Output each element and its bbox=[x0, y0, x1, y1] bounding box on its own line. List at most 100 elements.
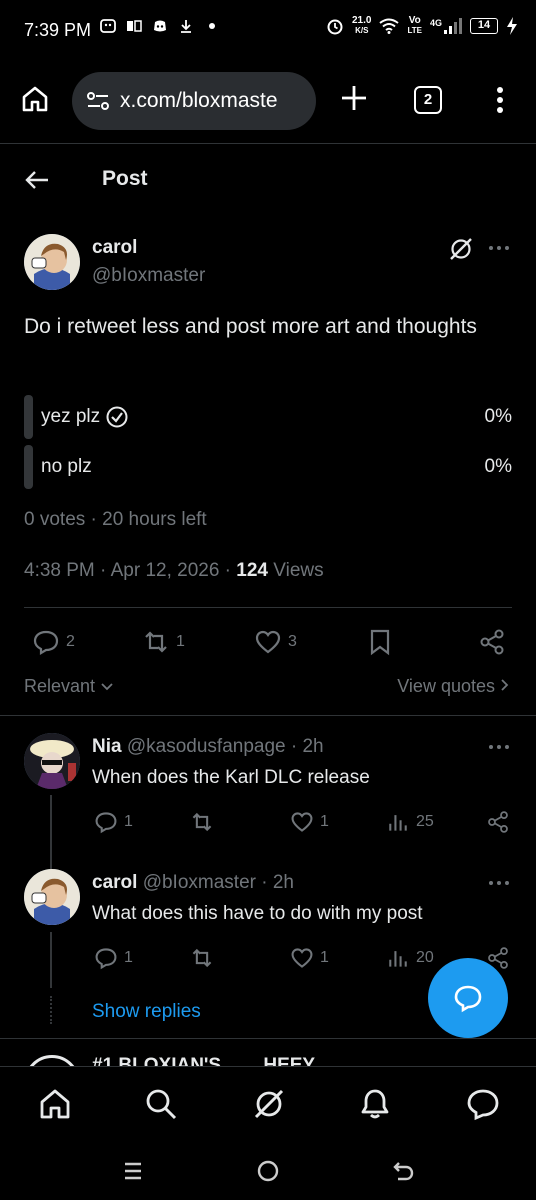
reply-meta: @kasodusfanpage · 2h bbox=[121, 736, 324, 757]
reply-button[interactable]: 1 bbox=[94, 810, 133, 834]
reply-button[interactable]: 2 bbox=[32, 628, 75, 656]
site-settings-icon[interactable] bbox=[86, 91, 110, 111]
next-reply-partial[interactable]: #1 BLOXIAN'S ___ HEEY bbox=[0, 1045, 536, 1067]
views-button[interactable]: 25 bbox=[386, 810, 434, 834]
views-button[interactable]: 20 bbox=[386, 946, 434, 970]
reply-icon bbox=[95, 812, 117, 834]
share-button[interactable] bbox=[486, 810, 510, 834]
like-count: 1 bbox=[320, 949, 329, 966]
like-count: 1 bbox=[320, 813, 329, 830]
like-button[interactable]: 1 bbox=[290, 810, 329, 834]
reply-author-name: Nia bbox=[92, 736, 122, 757]
new-tab-icon[interactable] bbox=[338, 82, 370, 114]
home-circle-icon[interactable] bbox=[255, 1158, 281, 1184]
check-circle-icon bbox=[106, 406, 128, 428]
notifications-icon[interactable] bbox=[358, 1087, 392, 1121]
reply-button[interactable]: 1 bbox=[94, 946, 133, 970]
repost-icon bbox=[192, 812, 212, 832]
reply-author[interactable]: carol @bIoxmaster · 2h bbox=[92, 872, 294, 894]
messages-icon[interactable] bbox=[466, 1087, 500, 1121]
avatar[interactable] bbox=[24, 234, 80, 290]
back-icon[interactable] bbox=[390, 1158, 416, 1184]
compose-button[interactable] bbox=[428, 958, 508, 1038]
menu-icon[interactable] bbox=[490, 84, 510, 116]
author-handle[interactable]: @bIoxmaster bbox=[92, 265, 205, 287]
back-arrow-icon[interactable] bbox=[24, 167, 50, 193]
more-options-icon[interactable] bbox=[488, 879, 510, 887]
view-quotes-link[interactable]: View quotes bbox=[397, 676, 510, 697]
app-notification-icon bbox=[127, 20, 142, 32]
poll-percent: 0% bbox=[484, 456, 512, 477]
post-text: Do i retweet less and post more art and … bbox=[24, 315, 477, 338]
avatar[interactable] bbox=[24, 733, 80, 789]
reply-author[interactable]: Nia @kasodusfanpage · 2h bbox=[92, 736, 324, 758]
grok-icon[interactable] bbox=[252, 1087, 286, 1121]
bottom-nav bbox=[0, 1066, 536, 1144]
battery-indicator: 14 bbox=[470, 18, 498, 34]
network-speed: 21.0 K/S bbox=[352, 16, 371, 36]
sort-label: Relevant bbox=[24, 676, 96, 696]
avatar-image bbox=[24, 234, 80, 290]
home-icon[interactable] bbox=[20, 84, 50, 114]
reply-author-name: carol bbox=[92, 872, 138, 893]
repost-icon bbox=[192, 948, 212, 968]
reply-icon bbox=[95, 948, 117, 970]
poll-option-2[interactable]: no plz 0% bbox=[24, 445, 512, 489]
thread-line bbox=[50, 932, 52, 988]
like-button[interactable]: 3 bbox=[254, 628, 297, 656]
avatar-image bbox=[24, 869, 80, 925]
network-type: 4G bbox=[429, 18, 442, 28]
show-replies-link[interactable]: Show replies bbox=[92, 1001, 201, 1023]
heart-icon bbox=[255, 630, 281, 654]
bookmark-button[interactable] bbox=[366, 628, 394, 656]
reply-count: 2 bbox=[66, 633, 75, 650]
home-icon[interactable] bbox=[38, 1087, 72, 1121]
poll-bar bbox=[24, 445, 33, 489]
reply-icon bbox=[33, 630, 59, 655]
repost-button[interactable]: 1 bbox=[142, 628, 185, 656]
alarm-icon bbox=[327, 19, 343, 35]
page-title: Post bbox=[102, 167, 148, 190]
share-button[interactable] bbox=[478, 628, 506, 656]
reply-text: What does this have to do with my post bbox=[92, 903, 423, 924]
views-count: 124 bbox=[236, 560, 268, 581]
system-icons: 21.0 K/S Vo LTE 4G 14 bbox=[326, 16, 518, 36]
search-icon[interactable] bbox=[144, 1087, 178, 1121]
poll-option-1[interactable]: yez plz 0% bbox=[24, 395, 512, 439]
poll-option-label: no plz bbox=[41, 456, 92, 478]
signal-indicator: 4G bbox=[430, 18, 462, 34]
like-count: 3 bbox=[288, 633, 297, 650]
sort-dropdown[interactable]: Relevant bbox=[24, 676, 114, 697]
tabs-button[interactable]: 2 bbox=[414, 86, 442, 114]
like-button[interactable]: 1 bbox=[290, 946, 329, 970]
url-text[interactable]: x.com/bloxmaste bbox=[120, 89, 278, 113]
chevron-down-icon bbox=[101, 683, 113, 691]
analytics-icon bbox=[389, 815, 407, 831]
speed-value: 21.0 bbox=[352, 15, 372, 26]
more-options-icon[interactable] bbox=[488, 244, 510, 252]
post-timestamp: 4:38 PM · Apr 12, 2026 · 124 Views bbox=[24, 560, 324, 582]
repost-count: 1 bbox=[176, 633, 185, 650]
share-icon bbox=[480, 629, 504, 655]
repost-button[interactable] bbox=[190, 810, 220, 834]
speed-unit: K/S bbox=[355, 26, 369, 35]
thread-dots bbox=[50, 996, 52, 1024]
notification-icons bbox=[100, 18, 220, 34]
status-time: 7:39 PM bbox=[24, 20, 92, 40]
timestamp-text: 4:38 PM · Apr 12, 2026 · bbox=[24, 560, 237, 581]
grok-icon[interactable] bbox=[448, 236, 474, 262]
repost-icon bbox=[145, 631, 167, 653]
author-name[interactable]: carol bbox=[92, 237, 137, 259]
app-notification-icon bbox=[100, 19, 116, 33]
volte-top: Vo bbox=[408, 15, 421, 26]
volte-indicator: Vo LTE bbox=[407, 16, 422, 36]
repost-button[interactable] bbox=[190, 946, 220, 970]
recents-icon[interactable] bbox=[120, 1158, 146, 1184]
address-bar[interactable]: x.com/bloxmaste bbox=[72, 72, 316, 130]
analytics-icon bbox=[389, 951, 407, 967]
poll-option-text: yez plz bbox=[41, 406, 101, 427]
dot-icon bbox=[209, 23, 215, 29]
poll-option-label: yez plz bbox=[41, 406, 128, 428]
avatar[interactable] bbox=[24, 869, 80, 925]
more-options-icon[interactable] bbox=[488, 743, 510, 751]
